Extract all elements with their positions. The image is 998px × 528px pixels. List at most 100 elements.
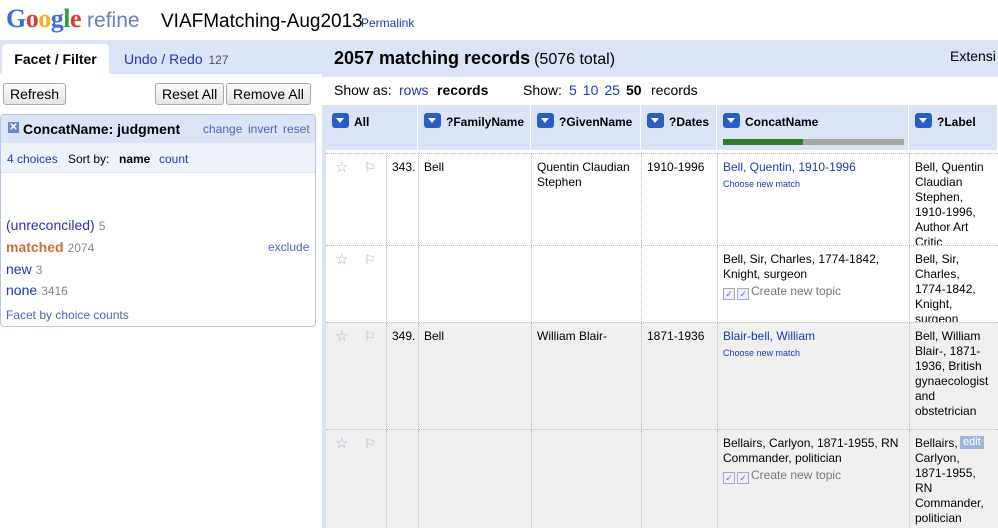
- choose-new-match-link[interactable]: Choose new match: [723, 346, 904, 361]
- chevron-down-icon[interactable]: [915, 113, 932, 128]
- mode-rows-link[interactable]: rows: [399, 82, 429, 98]
- close-icon[interactable]: ✕: [8, 122, 19, 133]
- extensions-menu[interactable]: Extensi: [950, 48, 996, 64]
- check-icon[interactable]: ✓: [723, 288, 735, 300]
- table-row: ☆ ⚐ Bell, Sir, Charles, 1774-1842, Knigh…: [326, 245, 998, 322]
- cell-concatname[interactable]: Blair-bell, William Choose new match: [717, 323, 909, 429]
- matching-count: 2057 matching records: [334, 48, 531, 68]
- tab-undo-redo[interactable]: Undo / Redo 127: [124, 44, 229, 74]
- cell-dates[interactable]: [641, 246, 717, 322]
- label-text: Bellairs, Carlyon, 1871-1955, RN Command…: [915, 436, 984, 525]
- chevron-down-icon[interactable]: [647, 113, 664, 128]
- cell-label[interactable]: Bell, Sir, Charles, 1774-1842, Knight, s…: [909, 246, 998, 322]
- remove-all-button[interactable]: Remove All: [226, 83, 311, 105]
- flag-icon[interactable]: ⚐: [364, 437, 378, 451]
- refresh-button[interactable]: Refresh: [3, 83, 67, 105]
- choose-new-match-link[interactable]: Choose new match: [723, 177, 904, 192]
- cell-concatname[interactable]: Bellairs, Carlyon, 1871-1955, RN Command…: [717, 430, 909, 528]
- column-label: ConcatName: [745, 115, 819, 129]
- chevron-down-icon[interactable]: [537, 113, 554, 128]
- tab-facet-filter[interactable]: Facet / Filter: [2, 44, 109, 74]
- column-label: ?Dates: [669, 115, 710, 129]
- reconciled-match-link[interactable]: Blair-bell, William: [723, 329, 815, 343]
- cell-familyname[interactable]: Bell: [418, 323, 531, 429]
- facet-choice-none[interactable]: none 3416: [6, 282, 68, 298]
- create-new-topic-link[interactable]: Create new topic: [751, 284, 841, 298]
- create-topic-line[interactable]: ✓ ✓ Create new topic: [723, 468, 904, 484]
- reset-all-button[interactable]: Reset All: [155, 83, 225, 105]
- choices-count[interactable]: 4 choices: [7, 152, 58, 166]
- check-all-icon[interactable]: ✓: [737, 472, 749, 484]
- star-icon[interactable]: ☆: [335, 160, 349, 175]
- cell-dates[interactable]: 1871-1936: [641, 323, 717, 429]
- cell-label[interactable]: Bell, Quentin Claudian Stephen, 1910-199…: [909, 154, 998, 245]
- check-all-icon[interactable]: ✓: [737, 288, 749, 300]
- records-label: records: [651, 82, 698, 98]
- sort-by-label: Sort by:: [68, 152, 110, 166]
- row-index: 349.: [386, 323, 418, 429]
- data-table: All ?FamilyName ?GivenName ?Dates Concat…: [326, 105, 998, 528]
- page-size-selector: 5 10 25 50: [569, 82, 648, 98]
- sort-by-name[interactable]: name: [119, 152, 150, 166]
- star-icon[interactable]: ☆: [335, 252, 349, 267]
- column-header-dates[interactable]: ?Dates: [641, 105, 717, 150]
- cell-givenname[interactable]: Quentin Claudian Stephen: [531, 154, 641, 245]
- flag-icon[interactable]: ⚐: [364, 253, 378, 267]
- exclude-link[interactable]: exclude: [268, 240, 309, 254]
- reconciliation-progress-fill: [723, 139, 803, 145]
- cell-givenname[interactable]: [531, 246, 641, 322]
- flag-icon[interactable]: ⚐: [364, 161, 378, 175]
- cell-label[interactable]: Bellairs, Carlyon, 1871-1955, RN Command…: [909, 430, 998, 528]
- choice-count: 3: [35, 263, 43, 277]
- cell-familyname[interactable]: [418, 246, 531, 322]
- chevron-down-icon[interactable]: [723, 113, 740, 128]
- page-size-5[interactable]: 5: [569, 82, 577, 98]
- facet-by-choice-counts-link[interactable]: Facet by choice counts: [6, 308, 129, 322]
- concatname-text: Bellairs, Carlyon, 1871-1955, RN Command…: [723, 436, 899, 465]
- cell-dates[interactable]: [641, 430, 717, 528]
- project-title[interactable]: VIAFMatching-Aug2013: [161, 11, 363, 33]
- star-icon[interactable]: ☆: [335, 329, 349, 344]
- facet-choice-unreconciled[interactable]: (unreconciled) 5: [6, 217, 105, 233]
- undo-count: 127: [208, 53, 229, 67]
- create-new-topic-link[interactable]: Create new topic: [751, 468, 841, 482]
- view-options-bar: Show as: rows records Show: 5 10 25 50 reco…: [322, 77, 998, 105]
- flag-icon[interactable]: ⚐: [364, 330, 378, 344]
- facet-invert-link[interactable]: invert: [248, 122, 277, 136]
- chevron-down-icon[interactable]: [332, 113, 349, 128]
- google-refine-logo[interactable]: Google refine: [6, 4, 140, 34]
- reconciliation-progress-bar: [723, 139, 904, 145]
- chevron-down-icon[interactable]: [424, 113, 441, 128]
- column-header-givenname[interactable]: ?GivenName: [531, 105, 641, 150]
- cell-dates[interactable]: 1910-1996: [641, 154, 717, 245]
- star-icon[interactable]: ☆: [335, 436, 349, 451]
- choice-count: 3416: [41, 284, 68, 298]
- choice-label: matched: [6, 239, 64, 255]
- check-icon[interactable]: ✓: [723, 472, 735, 484]
- logo-refine: refine: [87, 9, 140, 32]
- cell-givenname[interactable]: William Blair-: [531, 323, 641, 429]
- column-header-familyname[interactable]: ?FamilyName: [418, 105, 531, 150]
- cell-label[interactable]: Bell, William Blair-, 1871-1936, British…: [909, 323, 998, 429]
- column-label: All: [354, 115, 370, 129]
- sort-by-count[interactable]: count: [159, 152, 188, 166]
- facet-reset-link[interactable]: reset: [283, 122, 310, 136]
- page-size-25[interactable]: 25: [604, 82, 620, 98]
- cell-concatname[interactable]: Bell, Quentin, 1910-1996 Choose new matc…: [717, 154, 909, 245]
- facet-choice-new[interactable]: new 3: [6, 261, 42, 277]
- cell-familyname[interactable]: Bell: [418, 154, 531, 245]
- facet-change-link[interactable]: change: [203, 122, 242, 136]
- edit-cell-button[interactable]: edit: [960, 436, 984, 449]
- column-header-concatname[interactable]: ConcatName: [717, 105, 909, 150]
- cell-familyname[interactable]: [418, 430, 531, 528]
- facet-choice-matched[interactable]: matched 2074: [6, 239, 94, 255]
- cell-givenname[interactable]: [531, 430, 641, 528]
- cell-concatname[interactable]: Bell, Sir, Charles, 1774-1842, Knight, s…: [717, 246, 909, 322]
- create-topic-line[interactable]: ✓ ✓ Create new topic: [723, 284, 904, 300]
- total-count: (5076 total): [534, 51, 616, 68]
- permalink-link[interactable]: Permalink: [361, 16, 414, 30]
- page-size-10[interactable]: 10: [583, 82, 599, 98]
- column-header-label[interactable]: ?Label: [909, 105, 998, 150]
- column-header-all[interactable]: All: [326, 105, 418, 150]
- reconciled-match-link[interactable]: Bell, Quentin, 1910-1996: [723, 160, 856, 174]
